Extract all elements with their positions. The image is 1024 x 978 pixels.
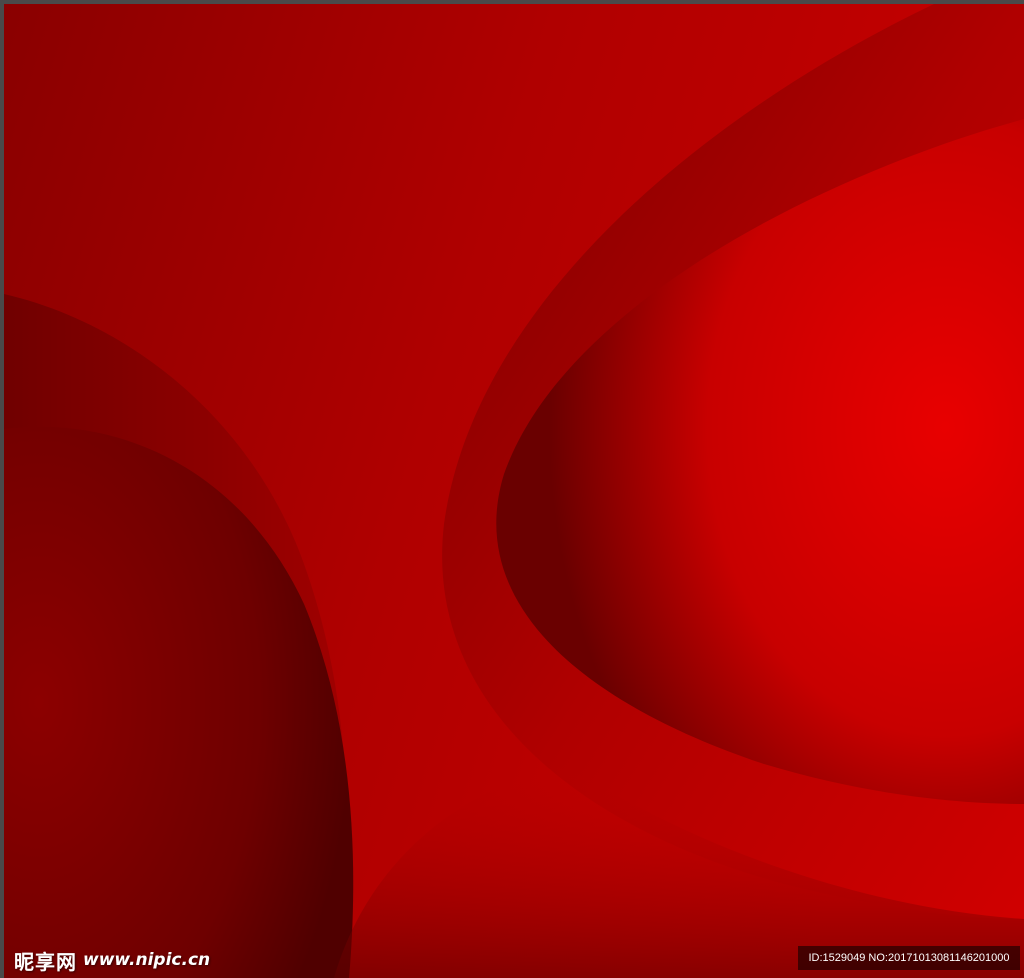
red-waves-graphic bbox=[4, 4, 1024, 978]
nipic-watermark: 昵享网 www.nipic.cn bbox=[14, 946, 210, 974]
watermark-site-name: 昵享网 bbox=[14, 949, 77, 974]
watermark-url: www.nipic.cn bbox=[83, 950, 211, 970]
image-frame: 昵享网 www.nipic.cn ID:1529049 NO:201710130… bbox=[0, 0, 1024, 978]
image-id-label: ID:1529049 NO:20171013081146201000 bbox=[798, 946, 1020, 970]
red-abstract-background bbox=[4, 4, 1024, 978]
